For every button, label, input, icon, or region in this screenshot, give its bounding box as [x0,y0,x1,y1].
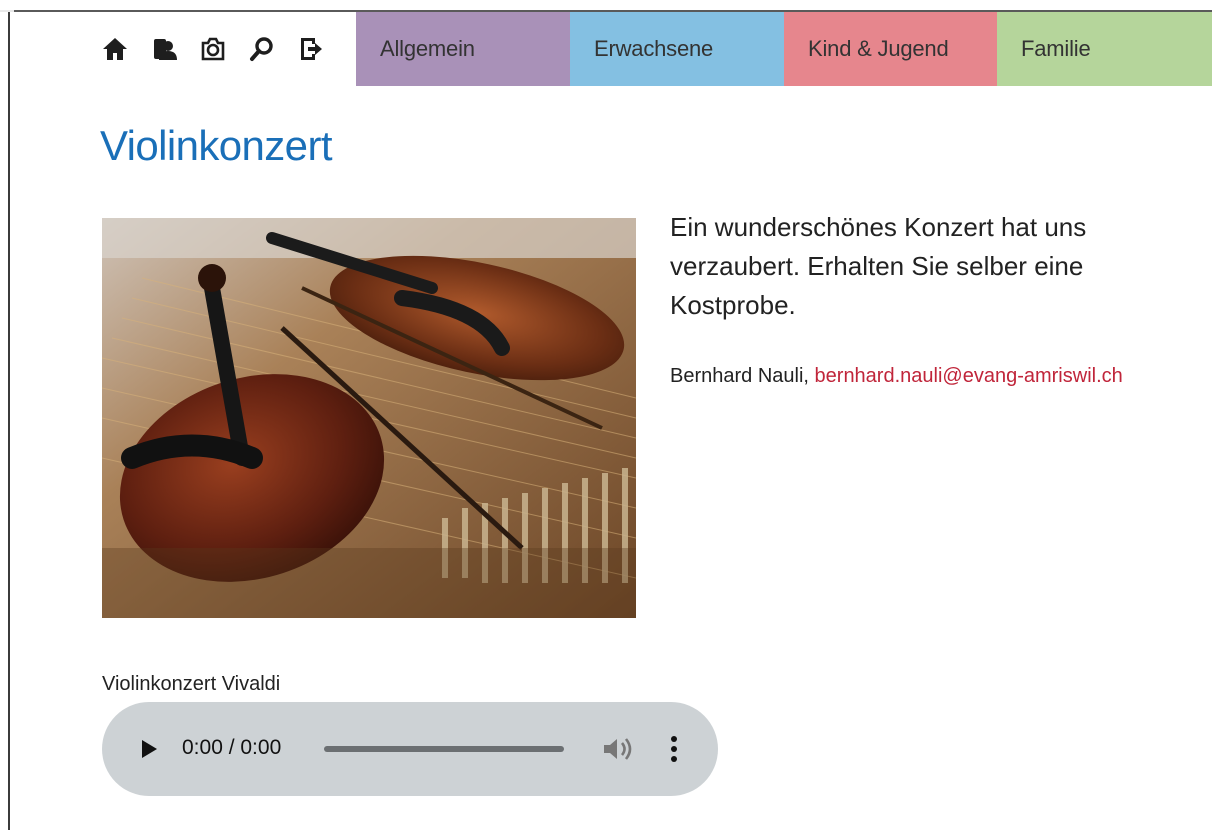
window-top-border [0,0,1212,12]
audio-time: 0:00 / 0:00 [182,736,282,759]
contact-email-link[interactable]: bernhard.nauli@evang-amriswil.ch [815,365,1123,387]
intro-text: Ein wunderschönes Konzert hat uns verzau… [670,212,1087,320]
camera-icon[interactable] [188,34,237,64]
contact-line: Bernhard Nauli, bernhard.nauli@evang-amr… [670,362,1140,391]
page-title: Violinkonzert [100,122,333,169]
more-options-icon[interactable] [664,734,684,764]
tab-erwachsene[interactable]: Erwachsene [570,12,784,86]
main-navigation: Allgemein Erwachsene Kind & Jugend Famil… [10,12,1212,86]
volume-icon[interactable] [602,736,636,762]
nav-icon-bar [10,12,356,86]
violins-photo [102,218,636,618]
contact-person-icon[interactable] [139,34,188,64]
home-icon[interactable] [90,34,139,64]
audio-player: 0:00 / 0:00 [102,702,718,796]
search-icon[interactable] [237,34,286,64]
audio-title: Violinkonzert Vivaldi [102,673,281,695]
contact-name: Bernhard Nauli, [670,365,809,387]
tab-kind-jugend[interactable]: Kind & Jugend [784,12,997,86]
audio-seek-bar[interactable] [324,746,564,752]
window-left-border [8,12,10,830]
logout-icon[interactable] [286,34,335,64]
tab-familie[interactable]: Familie [997,12,1212,86]
play-icon[interactable] [138,738,160,760]
tab-allgemein[interactable]: Allgemein [356,12,570,86]
